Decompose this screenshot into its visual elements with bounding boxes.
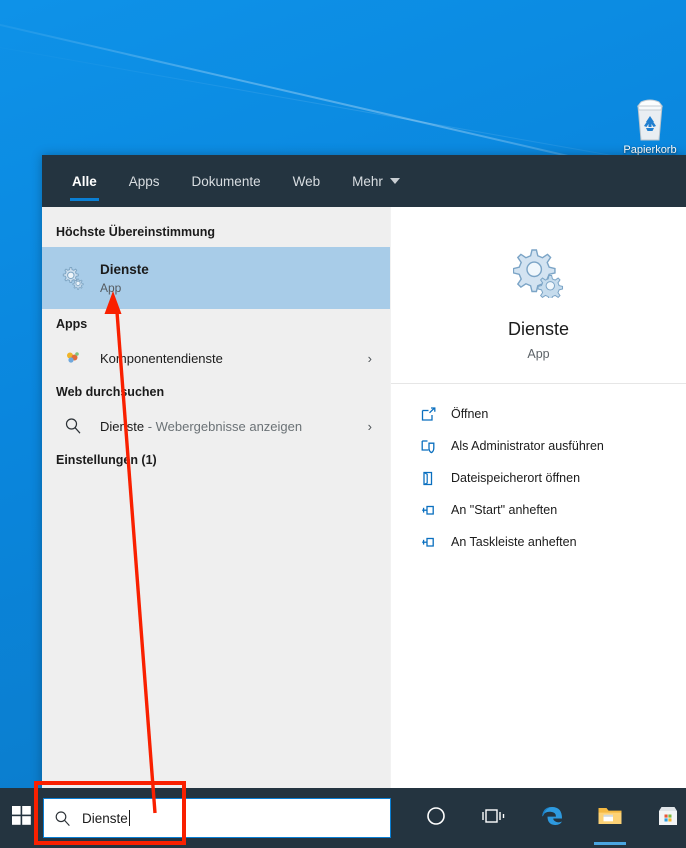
- tab-apps-label: Apps: [128, 173, 160, 189]
- taskbar-pinned-items: [391, 788, 686, 848]
- action-pin-to-taskbar[interactable]: An Taskleiste anheften: [391, 526, 686, 558]
- section-header-web: Web durchsuchen: [56, 385, 165, 399]
- tab-mehr[interactable]: Mehr: [336, 155, 416, 207]
- chevron-right-icon[interactable]: ›: [368, 419, 376, 434]
- web-result-query: Dienste: [100, 418, 145, 434]
- action-label: Öffnen: [451, 407, 489, 421]
- best-match-subtitle: App: [100, 280, 122, 295]
- tab-web-label: Web: [292, 173, 321, 189]
- action-open-file-location[interactable]: Dateispeicherort öffnen: [391, 462, 686, 494]
- microsoft-store-icon: [656, 804, 680, 833]
- tab-mehr-label: Mehr: [352, 173, 383, 189]
- desktop-icon-recycle-bin[interactable]: Papierkorb: [618, 92, 682, 156]
- shield-icon: [415, 438, 441, 455]
- best-match-title: Dienste: [100, 261, 149, 277]
- search-results-list: Höchste Übereinstimmung Dienste App Apps…: [42, 207, 390, 788]
- tab-dokumente-label: Dokumente: [191, 173, 261, 189]
- taskbar-item-cortana[interactable]: [413, 788, 459, 848]
- list-item-label: Dienste - Webergebnisse anzeigen: [100, 419, 368, 434]
- taskbar-item-task-view[interactable]: [471, 788, 517, 848]
- windows-logo-icon: [11, 806, 31, 830]
- action-label: An Taskleiste anheften: [451, 535, 577, 549]
- preview-app-name: Dienste: [507, 319, 570, 339]
- tab-alle[interactable]: Alle: [56, 155, 113, 207]
- app-preview: Dienste App: [391, 207, 686, 384]
- tab-apps[interactable]: Apps: [113, 155, 176, 207]
- taskbar: Dienste: [0, 788, 686, 848]
- best-match-result[interactable]: Dienste App: [42, 247, 390, 309]
- action-label: Dateispeicherort öffnen: [451, 471, 581, 485]
- taskbar-item-microsoft-store[interactable]: [645, 788, 686, 848]
- chevron-down-icon: [389, 178, 400, 184]
- action-label: Als Administrator ausführen: [451, 439, 604, 453]
- search-icon: [56, 417, 90, 435]
- list-item-web-result[interactable]: Dienste - Webergebnisse anzeigen ›: [42, 407, 390, 445]
- search-icon: [54, 810, 71, 827]
- folder-open-icon: [415, 470, 441, 487]
- pin-icon: [415, 534, 441, 551]
- action-label: An "Start" anheften: [451, 503, 558, 517]
- search-preview-pane: Dienste App Öffnen Als Administrator aus…: [390, 207, 686, 788]
- component-services-icon: [56, 349, 90, 367]
- section-header-settings: Einstellungen (1): [56, 453, 157, 467]
- tab-alle-label: Alle: [72, 173, 97, 189]
- section-header-best-match: Höchste Übereinstimmung: [56, 225, 216, 239]
- pin-icon: [415, 502, 441, 519]
- text-cursor: [128, 810, 130, 826]
- list-item-label: Komponentendienste: [100, 350, 223, 366]
- action-run-as-administrator[interactable]: Als Administrator ausführen: [391, 430, 686, 462]
- search-results-body: Höchste Übereinstimmung Dienste App Apps…: [42, 207, 686, 788]
- gears-icon: [56, 265, 90, 291]
- taskbar-search-box[interactable]: Dienste: [43, 798, 391, 838]
- tab-web[interactable]: Web: [277, 155, 337, 207]
- edge-browser-icon: [539, 803, 565, 834]
- start-search-flyout: Alle Apps Dokumente Web Mehr Höchste Übe…: [42, 155, 686, 788]
- cortana-circle-icon: [425, 805, 447, 832]
- task-view-icon: [482, 806, 506, 831]
- web-result-suffix: - Webergebnisse anzeigen: [144, 418, 303, 434]
- section-header-apps: Apps: [56, 317, 88, 331]
- taskbar-search-input[interactable]: Dienste: [82, 811, 128, 826]
- action-pin-to-start[interactable]: An "Start" anheften: [391, 494, 686, 526]
- open-external-icon: [415, 406, 441, 423]
- taskbar-item-edge[interactable]: [529, 788, 575, 848]
- gears-icon: [391, 245, 686, 299]
- search-filter-tabbar: Alle Apps Dokumente Web Mehr: [42, 155, 686, 207]
- action-open[interactable]: Öffnen: [391, 398, 686, 430]
- preview-app-type: App: [527, 347, 550, 361]
- taskbar-item-file-explorer[interactable]: [587, 788, 633, 848]
- file-explorer-icon: [597, 805, 623, 832]
- tab-dokumente[interactable]: Dokumente: [176, 155, 277, 207]
- chevron-right-icon[interactable]: ›: [368, 351, 376, 366]
- start-button[interactable]: [0, 788, 42, 848]
- list-item-komponentendienste[interactable]: Komponentendienste ›: [42, 339, 390, 377]
- recycle-bin-icon: [618, 92, 682, 142]
- app-action-list: Öffnen Als Administrator ausführen Datei…: [391, 384, 686, 558]
